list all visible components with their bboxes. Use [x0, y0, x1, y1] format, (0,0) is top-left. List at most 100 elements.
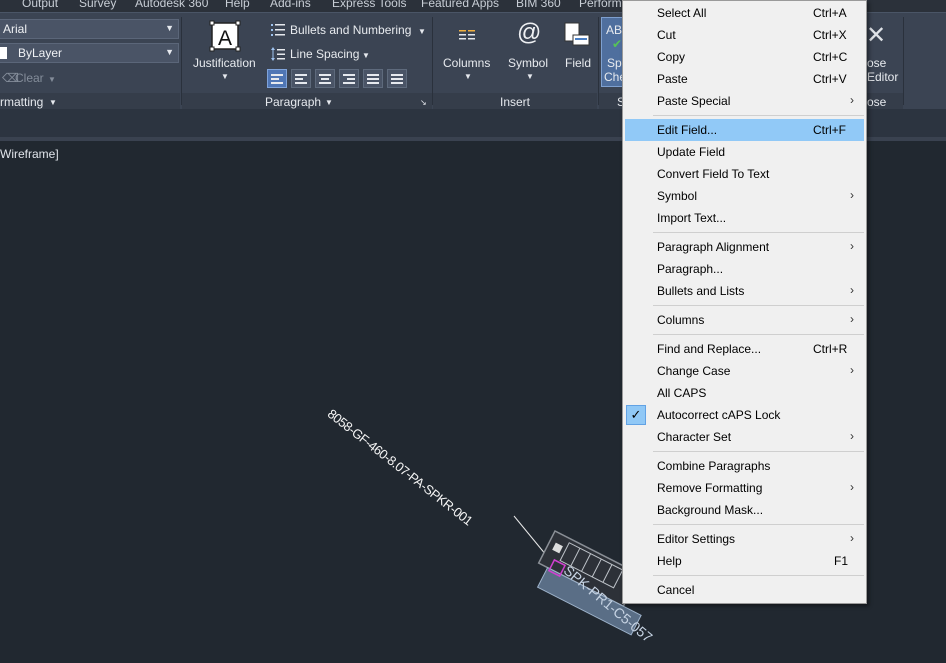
- menu-item-combine-paragraphs[interactable]: Combine Paragraphs: [624, 455, 865, 477]
- layer-value: ByLayer: [18, 46, 63, 60]
- menu-item-import-text[interactable]: Import Text...: [624, 207, 865, 229]
- menu-featured-apps[interactable]: Featured Apps: [421, 0, 499, 10]
- menu-item-update-field[interactable]: Update Field: [624, 141, 865, 163]
- menu-item-label: Paste: [657, 72, 688, 86]
- menu-item-remove-formatting[interactable]: Remove Formatting ›: [624, 477, 865, 499]
- shortcut-label: Ctrl+V: [813, 72, 847, 86]
- align-line-glyph: [343, 74, 355, 76]
- justification-label: Justification: [193, 56, 256, 70]
- formatting-panel-label[interactable]: rmatting: [0, 95, 43, 109]
- menu-item-help[interactable]: Help F1: [624, 550, 865, 572]
- menu-help[interactable]: Help: [225, 0, 250, 10]
- menu-item-label: Select All: [657, 6, 707, 20]
- align-line-glyph: [319, 82, 331, 84]
- panel-separator: [598, 17, 599, 105]
- menu-item-background-mask[interactable]: Background Mask...: [624, 499, 865, 521]
- menu-item-paragraph-alignment[interactable]: Paragraph Alignment ›: [624, 236, 865, 258]
- panel-separator: [432, 17, 433, 105]
- menu-item-label: Convert Field To Text: [657, 167, 770, 181]
- menu-item-convert-field-to-text[interactable]: Convert Field To Text: [624, 163, 865, 185]
- align-left-button[interactable]: [291, 69, 311, 88]
- bullets-numbering-label: Bullets and Numbering: [290, 23, 412, 37]
- spell-label-line1: Sp: [607, 56, 622, 70]
- font-combo[interactable]: Arial ▼: [0, 19, 179, 39]
- chevron-down-icon: ▼: [418, 27, 426, 36]
- align-right-button[interactable]: [339, 69, 359, 88]
- menu-separator: [653, 305, 864, 306]
- align-line-glyph: [347, 78, 355, 80]
- menu-item-label: Help: [657, 554, 682, 568]
- field-label: Field: [565, 56, 592, 70]
- align-line-glyph: [343, 82, 355, 84]
- align-line-glyph: [271, 74, 283, 76]
- menu-item-paragraph[interactable]: Paragraph...: [624, 258, 865, 280]
- menu-survey[interactable]: Survey: [79, 0, 116, 10]
- menu-item-character-set[interactable]: Character Set ›: [624, 426, 865, 448]
- clear-dropdown-icon: ▼: [48, 75, 56, 84]
- menu-item-change-case[interactable]: Change Case ›: [624, 360, 865, 382]
- align-default-button[interactable]: [267, 69, 287, 88]
- menu-item-label: Character Set: [657, 430, 732, 444]
- menu-item-label: Paragraph...: [657, 262, 724, 276]
- paragraph-panel-label[interactable]: Paragraph: [265, 95, 321, 109]
- font-value: Arial: [3, 22, 28, 36]
- menu-item-paste[interactable]: Paste Ctrl+V: [624, 68, 865, 90]
- formatting-expand-icon: ▼: [49, 98, 57, 107]
- chevron-right-icon: ›: [850, 312, 854, 326]
- menu-add-ins[interactable]: Add-ins: [270, 0, 311, 10]
- menu-item-edit-field[interactable]: Edit Field... Ctrl+F: [625, 119, 864, 141]
- menu-autodesk-360[interactable]: Autodesk 360: [135, 0, 208, 10]
- menu-item-label: Copy: [657, 50, 686, 64]
- menu-item-label: Autocorrect cAPS Lock: [657, 408, 781, 422]
- panel-separator: [903, 17, 904, 105]
- menu-item-columns[interactable]: Columns ›: [624, 309, 865, 331]
- align-line-glyph: [295, 78, 303, 80]
- menu-perform[interactable]: Perform: [579, 0, 622, 10]
- bullets-icon: [271, 24, 285, 36]
- chevron-right-icon: ›: [850, 239, 854, 253]
- align-line-glyph: [321, 78, 329, 80]
- menu-item-bullets-and-lists[interactable]: Bullets and Lists ›: [624, 280, 865, 302]
- menu-item-copy[interactable]: Copy Ctrl+C: [624, 46, 865, 68]
- align-center-button[interactable]: [315, 69, 335, 88]
- chevron-right-icon: ›: [850, 188, 854, 202]
- align-line-glyph: [367, 74, 379, 76]
- symbol-label: Symbol: [508, 56, 549, 70]
- menu-item-select-all[interactable]: Select All Ctrl+A: [624, 2, 865, 24]
- align-line-glyph: [391, 74, 403, 76]
- dialog-launcher-icon[interactable]: ↘: [420, 98, 427, 107]
- align-justify-button[interactable]: [363, 69, 383, 88]
- menu-separator: [653, 451, 864, 452]
- menu-bim-360[interactable]: BIM 360: [516, 0, 561, 10]
- shortcut-label: Ctrl+R: [813, 342, 848, 356]
- menu-item-cancel[interactable]: Cancel: [624, 579, 865, 601]
- menu-item-paste-special[interactable]: Paste Special ›: [624, 90, 865, 112]
- layer-combo[interactable]: ByLayer ▼: [0, 43, 179, 63]
- columns-icon: [459, 30, 475, 40]
- columns-label: Columns: [443, 56, 491, 70]
- panel-separator: [181, 17, 182, 105]
- line-spacing-icon: [271, 47, 285, 61]
- align-line-glyph: [367, 78, 379, 80]
- at-sign-icon: @: [517, 19, 542, 46]
- menu-item-label: Paste Special: [657, 94, 731, 108]
- insert-panel-label: Insert: [500, 95, 531, 109]
- menu-output[interactable]: Output: [22, 0, 58, 10]
- menu-item-symbol[interactable]: Symbol ›: [624, 185, 865, 207]
- align-distribute-button[interactable]: [387, 69, 407, 88]
- menu-item-autocorrect-caps-lock[interactable]: ✓ Autocorrect cAPS Lock: [624, 404, 865, 426]
- shortcut-label: Ctrl+X: [813, 28, 847, 42]
- menu-item-find-and-replace[interactable]: Find and Replace... Ctrl+R: [624, 338, 865, 360]
- menu-separator: [653, 232, 864, 233]
- menu-item-editor-settings[interactable]: Editor Settings ›: [624, 528, 865, 550]
- chevron-down-icon: ▼: [526, 72, 534, 81]
- menu-item-label: Bullets and Lists: [657, 284, 745, 298]
- menu-item-label: Import Text...: [657, 211, 727, 225]
- shortcut-label: Ctrl+C: [813, 50, 848, 64]
- menu-item-all-caps[interactable]: All CAPS: [624, 382, 865, 404]
- clear-button[interactable]: Clear: [15, 71, 44, 85]
- menu-express-tools[interactable]: Express Tools: [332, 0, 406, 10]
- menu-item-cut[interactable]: Cut Ctrl+X: [624, 24, 865, 46]
- shortcut-label: Ctrl+A: [813, 6, 847, 20]
- align-line-glyph: [271, 82, 283, 84]
